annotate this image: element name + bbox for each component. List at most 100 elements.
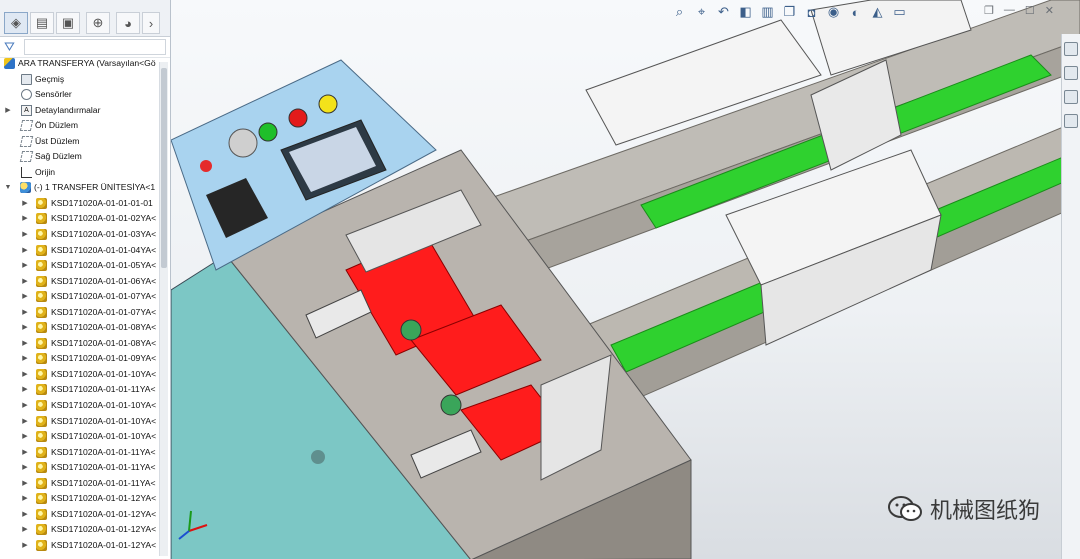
tree-part-item[interactable]: ▶ KSD171020A-01-01-10YA< (0, 367, 158, 383)
tree-part-item[interactable]: ▶ KSD171020A-01-01-08YA< (0, 320, 158, 336)
expand-arrow-icon[interactable]: ▶ (21, 522, 29, 538)
part-icon (36, 337, 47, 349)
tree-part-item[interactable]: ▶ KSD171020A-01-01-11YA< (0, 445, 158, 461)
tree-part-item[interactable]: ▶ KSD171020A-01-01-11YA< (0, 382, 158, 398)
expand-arrow-icon[interactable]: ▶ (21, 414, 29, 430)
tree-part-item[interactable]: ▶ KSD171020A-01-01-04YA< (0, 243, 158, 259)
tree-part-label: KSD171020A-01-01-12YA< (51, 508, 157, 519)
tree-part-item[interactable]: ▶ KSD171020A-01-01-08YA< (0, 336, 158, 352)
previous-view-icon[interactable]: ↶ (715, 4, 732, 20)
expand-arrow-icon[interactable]: ▶ (21, 351, 29, 367)
restore-icon[interactable]: ❐ (984, 4, 994, 17)
expand-arrow-icon[interactable]: ▶ (21, 460, 29, 476)
document-window-controls: ❐ — ☐ ✕ (984, 4, 1054, 17)
close-icon[interactable]: ✕ (1045, 4, 1054, 17)
tree-part-item[interactable]: ▶ KSD171020A-01-01-10YA< (0, 398, 158, 414)
tree-part-item[interactable]: ▶ KSD171020A-01-01-11YA< (0, 460, 158, 476)
tree-item-annotations[interactable]: ▶ A Detaylandırmalar (0, 103, 158, 119)
design-library-icon[interactable] (1064, 66, 1078, 80)
section-view-icon[interactable]: ◧ (737, 4, 754, 20)
expand-arrow-icon[interactable]: ▶ (21, 538, 29, 554)
expand-arrow-icon[interactable]: ▶ (21, 445, 29, 461)
display-style-icon[interactable]: ◘ (803, 5, 820, 20)
tree-part-item[interactable]: ▶ KSD171020A-01-01-12YA< (0, 538, 158, 554)
expand-arrow-icon[interactable]: ▶ (21, 196, 29, 212)
filter-icon[interactable]: ⛛ (4, 39, 15, 55)
expand-arrow-icon[interactable]: ▶ (21, 507, 29, 523)
expand-arrow-icon[interactable]: ▶ (21, 243, 29, 259)
tree-item-top-plane[interactable]: Üst Düzlem (0, 134, 158, 150)
tree-scrollbar[interactable] (159, 62, 168, 556)
expand-arrow-icon[interactable]: ▶ (21, 274, 29, 290)
tree-item-right-plane[interactable]: Sağ Düzlem (0, 149, 158, 165)
expand-arrow-icon[interactable]: ▶ (21, 476, 29, 492)
tree-part-item[interactable]: ▶ KSD171020A-01-01-12YA< (0, 522, 158, 538)
yellow-button (318, 94, 338, 114)
expand-arrow-icon[interactable]: ▶ (21, 336, 29, 352)
dynamic-annotation-icon[interactable]: ▥ (759, 4, 776, 20)
expand-arrow-icon[interactable]: ▶ (21, 367, 29, 383)
tree-root[interactable]: ARA TRANSFERYA (Varsayılan<Gö (0, 56, 158, 72)
property-manager-tab[interactable]: ▤ (30, 12, 54, 34)
tree-part-item[interactable]: ▶ KSD171020A-01-01-12YA< (0, 491, 158, 507)
tree-part-item[interactable]: ▶ KSD171020A-01-01-07YA< (0, 305, 158, 321)
edit-appearance-icon[interactable]: ◐ (847, 5, 864, 20)
zoom-area-icon[interactable]: ⌖ (693, 4, 710, 20)
maximize-icon[interactable]: ☐ (1025, 4, 1035, 17)
more-tabs-button[interactable]: › (142, 12, 160, 34)
expand-arrow-icon[interactable]: ▶ (21, 211, 29, 227)
tree-item-label: (-) 1 TRANSFER ÜNİTESİYA<1 (34, 182, 156, 193)
expand-arrow-icon[interactable]: ▶ (21, 289, 29, 305)
tree-part-item[interactable]: ▶ KSD171020A-01-01-01-01 (0, 196, 158, 212)
tree-item-front-plane[interactable]: Ön Düzlem (0, 118, 158, 134)
tree-part-item[interactable]: ▶ KSD171020A-01-01-12YA< (0, 507, 158, 523)
tree-part-item[interactable]: ▶ KSD171020A-01-01-09YA< (0, 351, 158, 367)
view-orientation-icon[interactable]: ❐ (781, 4, 798, 20)
part-icon (36, 260, 47, 272)
part-icon (36, 197, 47, 209)
tree-item-origin[interactable]: Orijin (0, 165, 158, 181)
tree-scroll-thumb[interactable] (161, 68, 167, 268)
dimxpert-tab[interactable]: ⊕ (86, 12, 110, 34)
tree-part-item[interactable]: ▶ KSD171020A-01-01-06YA< (0, 274, 158, 290)
configuration-manager-tab[interactable]: ▣ (56, 12, 80, 34)
expand-arrow-icon[interactable]: ▶ (21, 429, 29, 445)
resources-icon[interactable] (1064, 42, 1078, 56)
expand-arrow-icon[interactable]: ▶ (21, 398, 29, 414)
view-palette-icon[interactable] (1064, 114, 1078, 128)
tree-part-item[interactable]: ▶ KSD171020A-01-01-03YA< (0, 227, 158, 243)
tree-item-history[interactable]: Geçmiş (0, 72, 158, 88)
minimize-icon[interactable]: — (1004, 4, 1015, 17)
display-manager-tab[interactable]: ◕ (116, 12, 140, 34)
tree-part-item[interactable]: ▶ KSD171020A-01-01-10YA< (0, 429, 158, 445)
expand-arrow-icon[interactable]: ▶ (21, 227, 29, 243)
feature-tree: ARA TRANSFERYA (Varsayılan<Gö Geçmiş Sen… (0, 56, 158, 554)
feature-manager-icon: ◈ (11, 15, 21, 30)
filter-input[interactable] (24, 39, 166, 55)
assembly-root-icon (4, 58, 15, 69)
zoom-to-fit-icon[interactable]: ⌕ (671, 4, 688, 20)
expand-arrow-icon[interactable]: ▶ (21, 258, 29, 274)
part-icon (36, 446, 47, 458)
graphics-area[interactable]: ⌕ ⌖ ↶ ◧ ▥ ❐ ◘ ◉ ◐ ◭ ▭ ❐ — ☐ ✕ 机械图纸狗 (171, 0, 1080, 559)
tree-part-item[interactable]: ▶ KSD171020A-01-01-11YA< (0, 476, 158, 492)
tree-item-sensors[interactable]: Sensörler (0, 87, 158, 103)
origin-icon (21, 166, 32, 178)
expand-arrow-icon[interactable]: ▶ (21, 491, 29, 507)
tree-part-item[interactable]: ▶ KSD171020A-01-01-10YA< (0, 414, 158, 430)
apply-scene-icon[interactable]: ◭ (869, 4, 886, 20)
expand-arrow-icon[interactable]: ▶ (21, 305, 29, 321)
file-explorer-icon[interactable] (1064, 90, 1078, 104)
tree-part-item[interactable]: ▶ KSD171020A-01-01-05YA< (0, 258, 158, 274)
expand-arrow-icon[interactable]: ▶ (21, 320, 29, 336)
feature-manager-tab[interactable]: ◈ (4, 12, 28, 34)
collapse-arrow-icon[interactable]: ▼ (4, 180, 12, 196)
tree-item-subassembly[interactable]: ▼ (-) 1 TRANSFER ÜNİTESİYA<1 (0, 180, 158, 196)
hide-show-icon[interactable]: ◉ (825, 4, 842, 20)
drive-pulley-1 (400, 319, 422, 341)
expand-arrow-icon[interactable]: ▶ (4, 103, 12, 119)
tree-part-item[interactable]: ▶ KSD171020A-01-01-07YA< (0, 289, 158, 305)
expand-arrow-icon[interactable]: ▶ (21, 382, 29, 398)
tree-part-item[interactable]: ▶ KSD171020A-01-01-02YA< (0, 211, 158, 227)
view-settings-icon[interactable]: ▭ (891, 4, 908, 20)
